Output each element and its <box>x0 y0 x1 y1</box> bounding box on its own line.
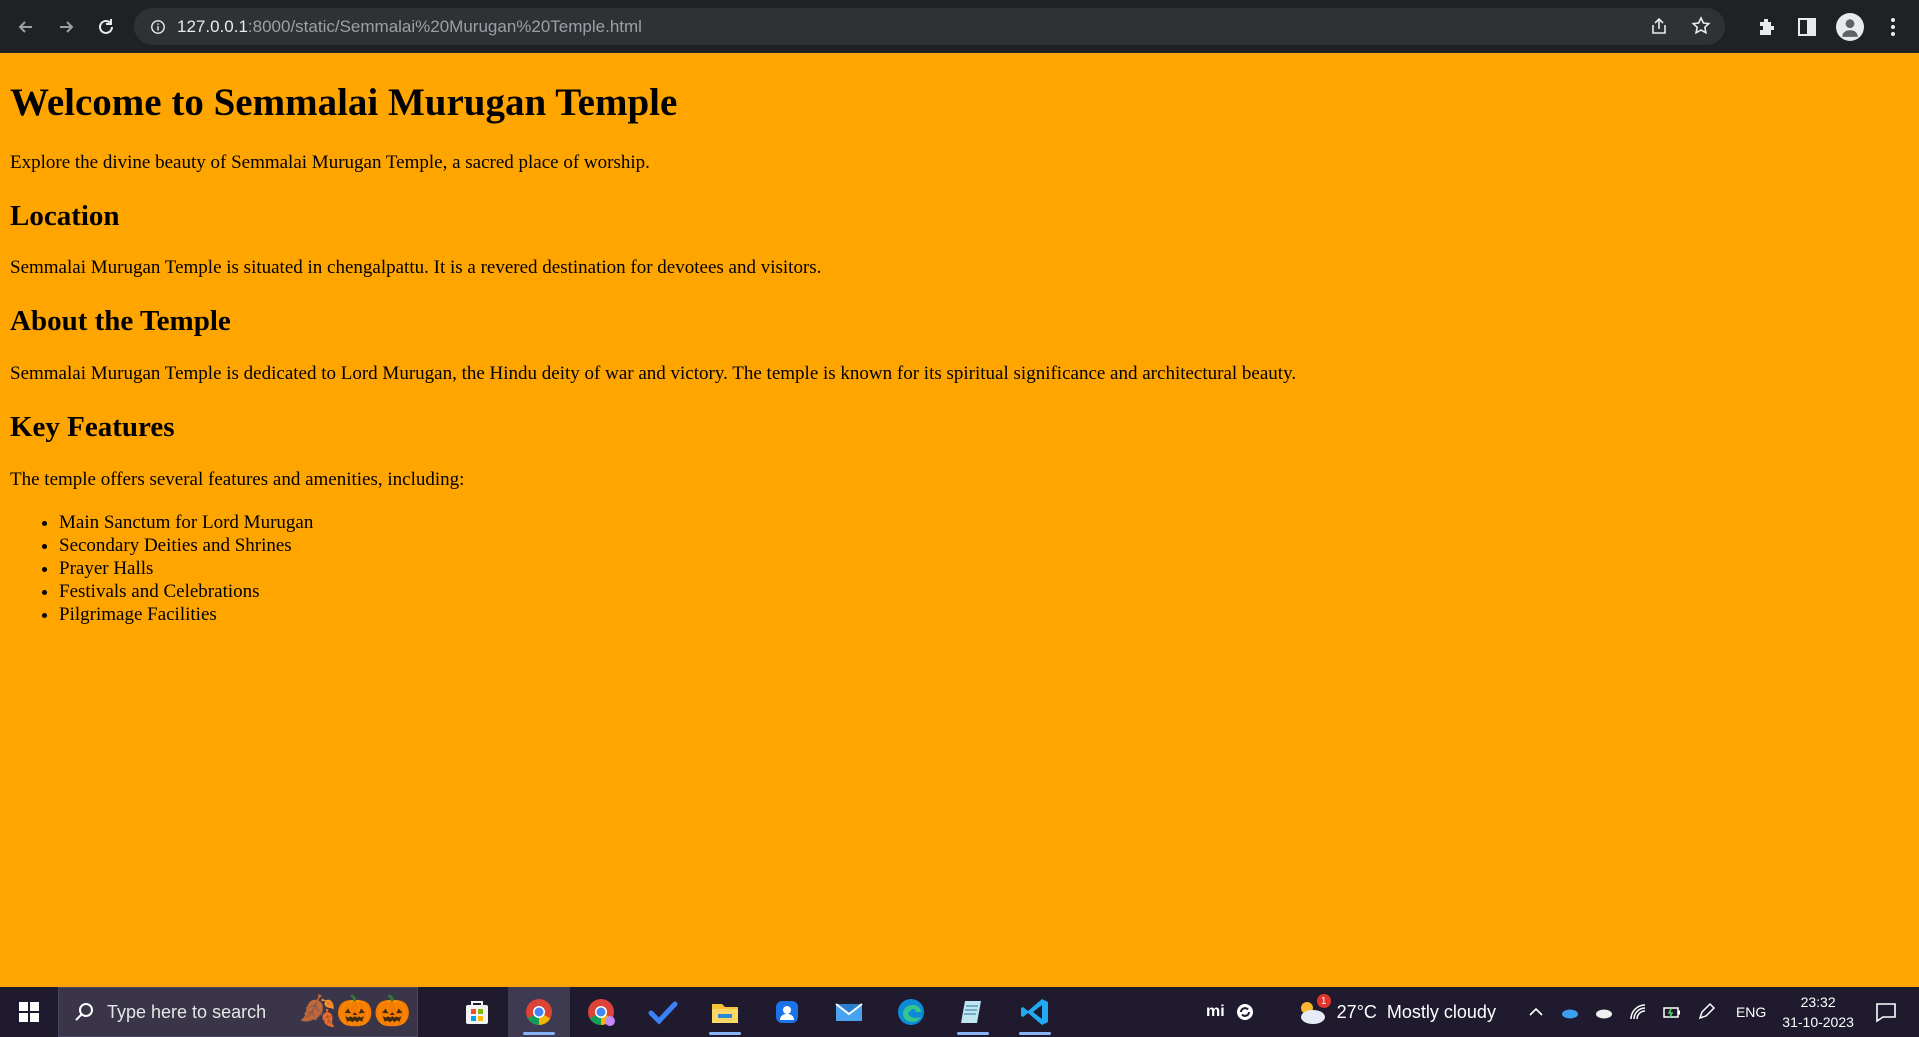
notepad-icon <box>961 1001 981 1023</box>
list-item: Pilgrimage Facilities <box>59 603 1909 626</box>
person-icon <box>1842 18 1858 37</box>
notification-icon[interactable] <box>1874 1000 1898 1024</box>
page-content: Welcome to Semmalai Murugan Temple Explo… <box>0 53 1919 987</box>
vscode-button[interactable] <box>1004 987 1066 1037</box>
side-panel-icon[interactable] <box>1796 16 1818 38</box>
reload-icon <box>99 18 113 34</box>
share-icon[interactable] <box>1649 16 1669 36</box>
address-bar[interactable]: 127.0.0.1:8000/static/Semmalai%20Murugan… <box>134 8 1725 45</box>
microsoft-store-button[interactable] <box>446 987 508 1037</box>
chrome-button[interactable] <box>508 987 570 1037</box>
todo-icon <box>648 1001 678 1025</box>
menu-kebab-icon[interactable] <box>1882 16 1904 38</box>
weather-badge: 1 <box>1316 994 1331 1008</box>
browser-toolbar: 127.0.0.1:8000/static/Semmalai%20Murugan… <box>0 0 1919 53</box>
security-icon <box>776 1001 798 1023</box>
language-indicator[interactable]: ENG <box>1736 1004 1766 1020</box>
halloween-pumpkins-icon: 🍂🎃🎃 <box>298 995 411 1028</box>
taskbar-search-box[interactable]: Type here to search 🍂🎃🎃 <box>58 987 418 1037</box>
todo-button[interactable] <box>632 987 694 1037</box>
site-info-icon[interactable] <box>149 18 167 36</box>
onedrive-icon[interactable] <box>1560 1002 1580 1022</box>
features-list: Main Sanctum for Lord Murugan Secondary … <box>10 511 1909 626</box>
weather-temp: 27°C <box>1336 1001 1377 1022</box>
cloud-icon[interactable] <box>1594 1002 1614 1022</box>
forward-button[interactable] <box>48 9 84 45</box>
intro-paragraph: Explore the divine beauty of Semmalai Mu… <box>10 151 650 173</box>
chevron-up-icon[interactable] <box>1526 1002 1546 1022</box>
start-button[interactable] <box>0 987 58 1037</box>
back-button[interactable] <box>8 9 44 45</box>
vscode-icon <box>1021 999 1048 1025</box>
location-paragraph: Semmalai Murugan Temple is situated in c… <box>10 257 822 279</box>
clock-time: 23:32 <box>1800 994 1836 1010</box>
list-item: Main Sanctum for Lord Murugan <box>59 511 1909 534</box>
system-tray: mi 1 27°C Mostly cloudy ENG 23:32 31-10-… <box>1206 987 1898 1037</box>
about-paragraph: Semmalai Murugan Temple is dedicated to … <box>10 363 1297 385</box>
windows-logo-icon <box>19 1002 39 1022</box>
search-placeholder: Type here to search <box>107 1001 267 1022</box>
page-title: Welcome to Semmalai Murugan Temple <box>10 81 678 124</box>
battery-icon[interactable] <box>1662 1002 1682 1022</box>
arrow-left-icon <box>18 20 32 33</box>
reload-button[interactable] <box>88 9 124 45</box>
location-heading: Location <box>10 199 120 232</box>
extensions-icon[interactable] <box>1756 16 1778 38</box>
wifi-icon[interactable] <box>1628 1002 1648 1022</box>
taskbar: Type here to search 🍂🎃🎃 mi 1 27°C Mostly… <box>0 987 1919 1037</box>
file-explorer-button[interactable] <box>694 987 756 1037</box>
clock[interactable]: 23:32 31-10-2023 <box>1782 992 1854 1032</box>
weather-widget[interactable]: 1 27°C Mostly cloudy <box>1295 994 1496 1026</box>
list-item: Prayer Halls <box>59 557 1909 580</box>
weather-cloud-icon: 1 <box>1295 994 1331 1026</box>
mail-button[interactable] <box>818 987 880 1037</box>
mail-icon <box>835 1003 863 1021</box>
chrome-profile-icon <box>588 999 615 1026</box>
url-host: 127.0.0.1 <box>177 16 248 36</box>
url-path: :8000/static/Semmalai%20Murugan%20Temple… <box>247 16 642 36</box>
list-item: Secondary Deities and Shrines <box>59 534 1909 557</box>
file-explorer-icon <box>712 1004 738 1023</box>
chrome-profile-button[interactable] <box>570 987 632 1037</box>
arrow-right-icon <box>60 20 74 33</box>
about-heading: About the Temple <box>10 305 231 338</box>
list-item: Festivals and Celebrations <box>59 580 1909 603</box>
weather-desc: Mostly cloudy <box>1386 1001 1496 1022</box>
mi-share-icon[interactable] <box>1235 1002 1255 1022</box>
security-app-button[interactable] <box>756 987 818 1037</box>
profile-avatar[interactable] <box>1836 12 1864 41</box>
url-text: 127.0.0.1:8000/static/Semmalai%20Murugan… <box>177 17 642 37</box>
features-heading: Key Features <box>10 410 175 443</box>
notepad-button[interactable] <box>942 987 1004 1037</box>
pinned-apps <box>446 987 1066 1037</box>
edge-button[interactable] <box>880 987 942 1037</box>
edge-icon <box>898 999 924 1025</box>
store-icon <box>466 1001 488 1024</box>
features-intro: The temple offers several features and a… <box>10 468 465 490</box>
mi-label[interactable]: mi <box>1206 1003 1225 1021</box>
bookmark-star-icon[interactable] <box>1691 16 1711 36</box>
search-icon <box>75 1003 93 1021</box>
clock-date: 31-10-2023 <box>1782 1014 1854 1030</box>
chrome-icon <box>526 999 552 1025</box>
pen-icon[interactable] <box>1696 1002 1716 1022</box>
